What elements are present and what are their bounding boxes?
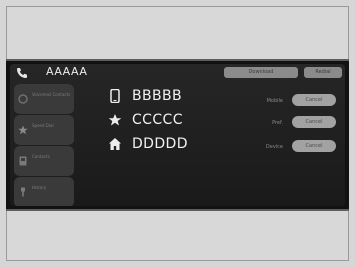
mobile-phone-icon: [110, 89, 120, 103]
voicemail-icon: [18, 94, 28, 104]
cancel-button[interactable]: Cancel: [292, 140, 336, 152]
star-icon: [108, 114, 122, 126]
contact-name: CCCCC: [132, 112, 183, 128]
phone-type-label: Pref.: [272, 120, 283, 126]
phone-type-label: Device: [265, 144, 283, 150]
contacts-book-icon: [19, 156, 27, 166]
redial-button[interactable]: Redial: [304, 67, 342, 78]
history-icon: [21, 187, 25, 197]
sidebar-item-voicemail[interactable]: Voicemail Contacts: [14, 84, 74, 115]
sidebar-item-label: Voicemail Contacts: [32, 92, 71, 97]
cancel-button[interactable]: Cancel: [292, 94, 336, 106]
home-icon: [109, 138, 121, 150]
contact-title: AAAAA: [46, 65, 88, 78]
top-bar: AAAAA Download Redial: [10, 64, 345, 82]
contact-name: DDDDD: [132, 136, 188, 152]
star-icon: [18, 125, 28, 135]
sidebar-item-label: Speed Dial: [32, 123, 54, 128]
display-screen: AAAAA Download Redial Voicemail Contacts…: [6, 59, 349, 211]
screen-content: AAAAA Download Redial Voicemail Contacts…: [10, 64, 345, 206]
contact-row[interactable]: DDDDD: [108, 133, 188, 155]
contact-name: BBBBB: [132, 88, 183, 104]
sidebar-item-speed-dial[interactable]: Speed Dial: [14, 115, 74, 146]
phone-icon: [17, 68, 27, 78]
contact-row[interactable]: CCCCC: [108, 109, 183, 131]
download-button[interactable]: Download: [224, 67, 298, 78]
sidebar: Voicemail Contacts Speed Dial Contacts H…: [14, 84, 74, 206]
cancel-button[interactable]: Cancel: [292, 116, 336, 128]
sidebar-item-history[interactable]: History: [14, 177, 74, 206]
sidebar-item-label: Contacts: [32, 154, 50, 159]
contact-row[interactable]: BBBBB: [108, 85, 182, 107]
sidebar-item-label: History: [32, 185, 47, 190]
sidebar-item-contacts[interactable]: Contacts: [14, 146, 74, 177]
phone-type-label: Mobile: [266, 98, 283, 104]
